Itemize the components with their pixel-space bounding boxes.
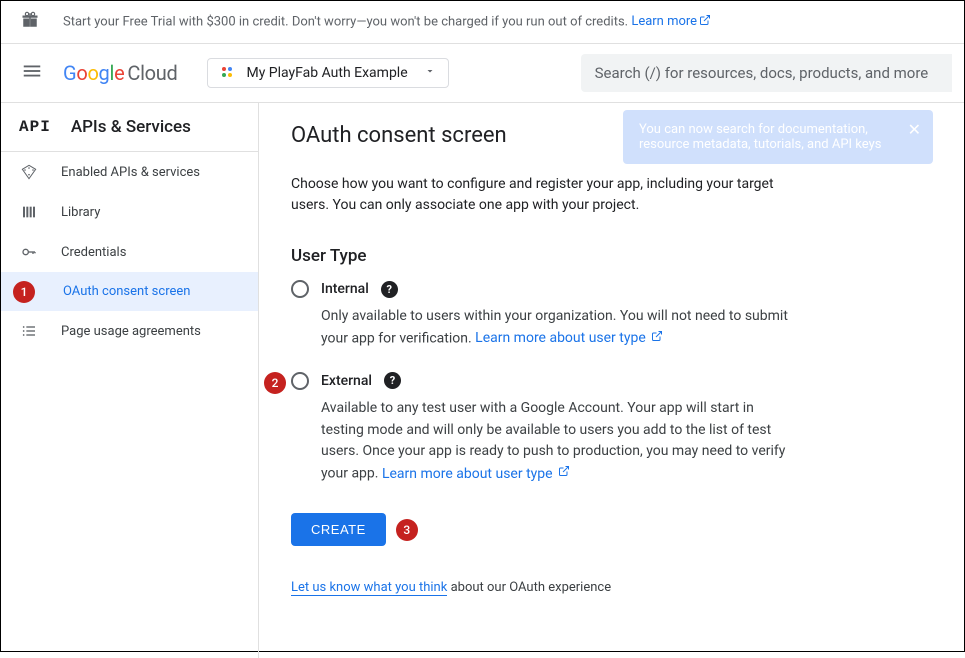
sidebar-item-label: Page usage agreements bbox=[61, 324, 201, 339]
external-learn-more-link[interactable]: Learn more about user type bbox=[382, 466, 570, 482]
sidebar-item-page-usage[interactable]: Page usage agreements bbox=[1, 311, 258, 351]
page-description: Choose how you want to configure and reg… bbox=[291, 174, 791, 216]
sidebar-item-oauth-consent[interactable]: 1 x OAuth consent screen bbox=[1, 272, 258, 311]
step-badge-1: 1 bbox=[13, 281, 35, 303]
main-area: API APIs & Services Enabled APIs & servi… bbox=[1, 103, 964, 658]
sidebar-item-label: Library bbox=[61, 205, 100, 220]
chevron-down-icon bbox=[424, 65, 436, 81]
user-type-heading: User Type bbox=[291, 246, 932, 266]
help-icon[interactable]: ? bbox=[384, 372, 401, 389]
api-badge-icon: API bbox=[19, 118, 51, 136]
google-cloud-logo[interactable]: GoogleCloud bbox=[63, 61, 177, 85]
sidebar-item-label: Enabled APIs & services bbox=[61, 165, 200, 180]
help-icon[interactable]: ? bbox=[381, 281, 398, 298]
diamond-icon bbox=[19, 164, 39, 180]
radio-internal[interactable]: Internal ? bbox=[291, 280, 932, 298]
hamburger-icon[interactable] bbox=[13, 52, 51, 94]
feedback-link[interactable]: Let us know what you think bbox=[291, 580, 447, 596]
key-icon bbox=[19, 244, 39, 260]
external-block: 2 External ? Available to any test user … bbox=[291, 372, 932, 485]
external-link-icon bbox=[651, 328, 663, 350]
radio-label-internal: Internal bbox=[321, 281, 369, 297]
sidebar-item-label: Credentials bbox=[61, 245, 126, 260]
internal-learn-more-link[interactable]: Learn more about user type bbox=[475, 330, 663, 346]
radio-label-external: External bbox=[321, 373, 372, 389]
external-link-icon bbox=[699, 14, 711, 30]
feedback-line: Let us know what you think about our OAu… bbox=[291, 580, 932, 595]
external-description: Available to any test user with a Google… bbox=[321, 398, 791, 485]
sidebar-item-enabled-apis[interactable]: Enabled APIs & services bbox=[1, 152, 258, 192]
search-placeholder: Search (/) for resources, docs, products… bbox=[595, 64, 929, 82]
search-input[interactable]: Search (/) for resources, docs, products… bbox=[581, 54, 952, 92]
trial-learn-more-link[interactable]: Learn more bbox=[631, 14, 711, 29]
settings-list-icon bbox=[19, 323, 39, 339]
radio-external[interactable]: External ? bbox=[291, 372, 932, 390]
step-badge-2: 2 bbox=[264, 372, 286, 394]
sidebar-item-credentials[interactable]: Credentials bbox=[1, 232, 258, 272]
sidebar-item-library[interactable]: Library bbox=[1, 192, 258, 232]
content: OAuth consent screen Choose how you want… bbox=[259, 103, 964, 658]
sidebar-title: APIs & Services bbox=[71, 117, 191, 137]
gift-icon bbox=[21, 11, 39, 33]
radio-icon[interactable] bbox=[291, 372, 309, 390]
project-picker[interactable]: My PlayFab Auth Example bbox=[207, 58, 448, 88]
sidebar: API APIs & Services Enabled APIs & servi… bbox=[1, 103, 259, 658]
create-row: CREATE 3 bbox=[291, 513, 932, 546]
page-title: OAuth consent screen bbox=[291, 123, 932, 148]
sidebar-header: API APIs & Services bbox=[1, 103, 258, 152]
external-link-icon bbox=[558, 463, 570, 485]
project-name: My PlayFab Auth Example bbox=[246, 65, 407, 81]
sidebar-item-label: OAuth consent screen bbox=[63, 284, 190, 299]
project-dots-icon bbox=[220, 65, 236, 81]
internal-block: Internal ? Only available to users withi… bbox=[291, 280, 932, 350]
library-icon bbox=[19, 204, 39, 220]
create-button[interactable]: CREATE bbox=[291, 513, 386, 546]
logo-text: GoogleCloud bbox=[63, 61, 177, 85]
top-bar: GoogleCloud My PlayFab Auth Example Sear… bbox=[1, 44, 964, 103]
step-badge-3: 3 bbox=[396, 519, 418, 541]
trial-banner: Start your Free Trial with $300 in credi… bbox=[1, 1, 964, 44]
trial-text: Start your Free Trial with $300 in credi… bbox=[63, 14, 711, 30]
radio-icon[interactable] bbox=[291, 280, 309, 298]
internal-description: Only available to users within your orga… bbox=[321, 306, 791, 350]
